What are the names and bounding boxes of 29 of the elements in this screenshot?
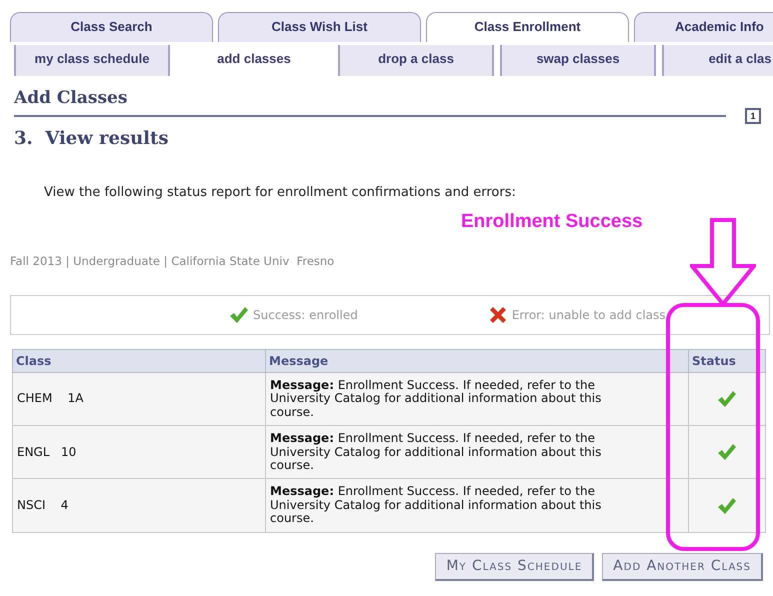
term-info: Fall 2013 | Undergraduate | California State Univ Fresno — [10, 252, 336, 270]
table-cell: NSCI 4 — [12, 478, 266, 532]
tab[interactable]: Class Search — [10, 12, 213, 42]
subtab[interactable]: drop a class — [338, 45, 494, 76]
message-text: Message: Enrollment Success. If needed, refer to the University Catalog for additional information about this course. — [270, 432, 602, 472]
step-marker[interactable]: 1 — [745, 108, 761, 124]
legend-label: Success: enrolled — [253, 306, 358, 324]
tab[interactable]: Class Enrollment — [426, 12, 629, 42]
subtab[interactable]: edit a clas — [662, 45, 773, 76]
subtab[interactable]: my class schedule — [14, 45, 170, 76]
page-button[interactable]: My Class Schedule — [435, 552, 594, 581]
column-header: Message — [266, 349, 688, 372]
instructions-text: View the following status report for enrollment confirmations and errors: — [44, 184, 517, 202]
legend-label: Error: unable to add class — [512, 306, 666, 324]
x-icon — [488, 306, 508, 324]
table-cell: ENGL 10 — [12, 426, 266, 479]
message-text: Message: Enrollment Success. If needed, refer to the University Catalog for additional information about this course. — [270, 485, 602, 526]
annotation-label: Enrollment Success — [461, 211, 643, 233]
tab[interactable]: Academic Info — [634, 12, 773, 42]
column-header: Class — [12, 349, 266, 372]
page-button[interactable]: Add Another Class — [602, 552, 763, 581]
column-header: Status — [688, 349, 766, 372]
table-cell: CHEM 1A — [12, 372, 266, 426]
page-title: Add Classes — [14, 88, 128, 108]
tab[interactable]: Class Wish List — [218, 12, 421, 42]
step-title: 3. View results — [14, 128, 170, 149]
subtab[interactable]: swap classes — [500, 45, 656, 76]
check-icon — [229, 306, 249, 324]
message-text: Message: Enrollment Success. If needed, refer to the University Catalog for additional information about this course. — [270, 378, 602, 420]
